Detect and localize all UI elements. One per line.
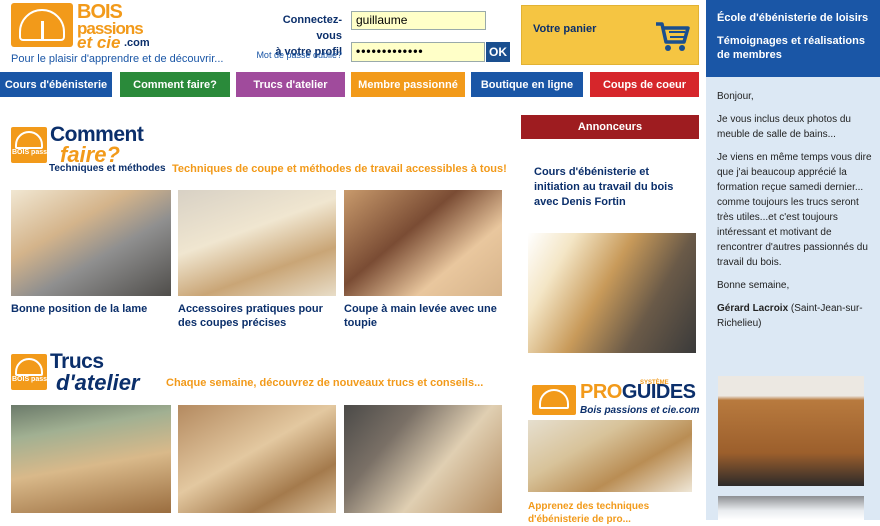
proguides-logo-icon [532,385,576,415]
trucs-section-logo-icon: BOIS passions et cie [11,354,81,390]
comment-caption-1[interactable]: Bonne position de la lame [11,302,171,316]
cart-button[interactable]: Votre panier [521,5,699,65]
proguides-systeme: SYSTÈME [640,380,669,386]
testimonial-p1: Bonjour, [717,91,754,102]
testimonial-p2: Je vous inclus deux photos du meuble de … [717,114,851,140]
comment-caption-2[interactable]: Accessoires pratiques pour des coupes pr… [178,302,336,330]
site-logo[interactable]: BOIS passions et cie .com [11,1,174,52]
nav-comment-faire[interactable]: Comment faire? [120,72,230,97]
member-photo-2[interactable] [718,496,864,520]
ad-fortin-text[interactable]: Cours d'ébénisterie et initiation au tra… [534,165,694,210]
nav-trucs[interactable]: Trucs d'atelier [236,72,345,97]
proguides-sub: Bois passions et cie.com [580,405,700,416]
proguides-title[interactable]: PROGUIDES [580,381,696,404]
login-label-line1: Connectez-vous [282,14,342,42]
member-photo-1[interactable] [718,376,864,486]
trucs-title-2: d'atelier [56,370,140,395]
trucs-photo-3[interactable] [344,405,502,513]
comment-photo-3[interactable] [344,190,502,296]
proguides-image[interactable] [528,420,692,492]
trucs-tagline: Chaque semaine, découvrez de nouveaux tr… [166,377,484,389]
forgot-password-link[interactable]: Mot de passe oublié? [252,50,342,60]
cart-label: Votre panier [533,23,597,35]
logo-text-etcie: et cie [77,33,121,52]
testimonial-p3: Je viens en même temps vous dire que j'a… [717,152,872,268]
panel-header: École d'ébénisterie de loisirs Témoignag… [706,0,880,77]
logo-tree-icon [11,3,73,47]
nav-cours[interactable]: Cours d'ébénisterie [0,72,112,97]
comment-caption-3[interactable]: Coupe à main levée avec une toupie [344,302,502,330]
nav-boutique[interactable]: Boutique en ligne [471,72,583,97]
panel-link-temoignages[interactable]: Témoignages et réalisations de membres [717,34,869,62]
cart-icon [656,22,690,51]
nav-coups-de-coeur[interactable]: Coups de coeur [590,72,699,97]
proguides-pro: PRO [580,381,622,403]
trucs-photo-1[interactable] [11,405,171,513]
comment-tagline: Techniques de coupe et méthodes de trava… [172,163,507,175]
panel-link-ecole[interactable]: École d'ébénisterie de loisirs [717,11,869,25]
comment-photo-2[interactable] [178,190,336,296]
logo-text-com: .com [124,37,150,49]
testimonial-text: Bonjour, Je vous inclus deux photos du m… [717,89,873,339]
trucs-photo-2[interactable] [178,405,336,513]
comment-subtitle: Techniques et méthodes [49,163,166,174]
testimonial-p4: Bonne semaine, [717,280,790,291]
testimonials-panel: École d'ébénisterie de loisirs Témoignag… [706,0,880,520]
comment-photo-1[interactable] [11,190,171,296]
testimonial-signature: Gérard Lacroix (Saint-Jean-sur-Richelieu… [717,301,873,331]
password-input[interactable]: ••••••••••••• [351,42,485,62]
login-ok-button[interactable]: OK [486,42,510,62]
comment-section-logo-icon: BOIS passions et cie [11,127,81,163]
nav-membre[interactable]: Membre passionné [351,72,465,97]
site-tagline: Pour le plaisir d'apprendre et de découv… [11,53,224,65]
username-input[interactable]: guillaume [351,11,486,30]
annonceurs-header: Annonceurs [521,115,699,139]
ad-fortin-image[interactable] [528,233,696,353]
testimonial-author: Gérard Lacroix [717,303,789,314]
proguides-text[interactable]: Apprenez des techniques d'ébénisterie de… [528,500,693,526]
